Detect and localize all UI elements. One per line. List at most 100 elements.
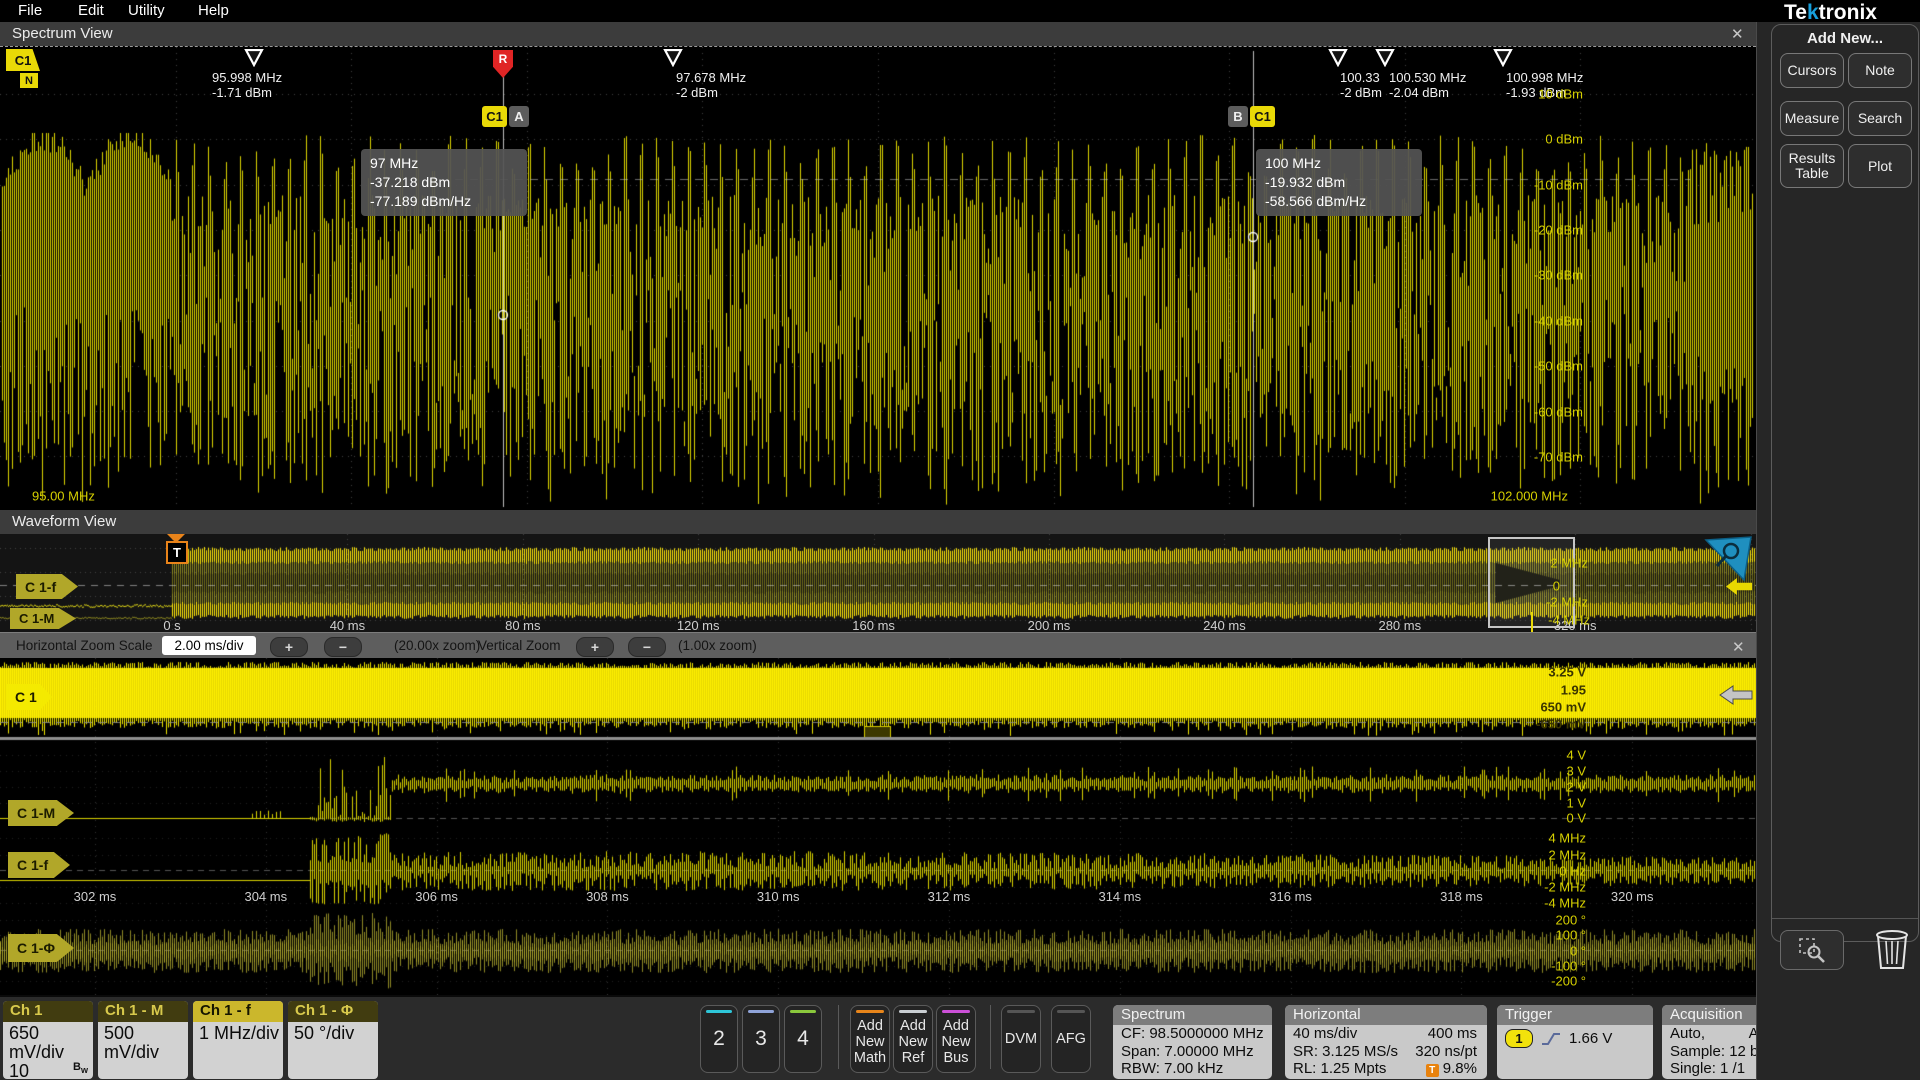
slot-label: AFG [1052, 1031, 1090, 1047]
menu-utility[interactable]: Utility [128, 2, 165, 19]
v-zoom-plus-icon[interactable]: + [576, 637, 614, 657]
slot-label: AddNewMath [851, 1018, 889, 1066]
spectrum-trace-canvas[interactable] [0, 47, 1756, 509]
slot-label: 4 [785, 1027, 821, 1051]
trigger-marker-badge[interactable]: T [166, 541, 188, 564]
zoomed-time-label: 320 ms [1611, 889, 1654, 904]
channel-badge-settings: 50 °/div [288, 1022, 378, 1043]
add-channel-3-button[interactable]: 3 [742, 1005, 780, 1073]
rising-edge-icon [1541, 1031, 1561, 1047]
note-button[interactable]: Note [1848, 53, 1912, 88]
right-sidebar: Add New... CursorsNoteMeasureSearchResul… [1756, 22, 1920, 1080]
menu-edit[interactable]: Edit [78, 2, 104, 19]
c1f-scale-label: 0 Hz [1559, 864, 1586, 879]
zoom-overview-magnifier-icon[interactable] [1704, 536, 1754, 582]
status-bar: Ch 1650 mV/div10 dBm/div1 GHzBwCh 1 - M5… [0, 995, 1920, 1080]
h-zoom-minus-icon[interactable]: − [324, 637, 362, 657]
cursors-button[interactable]: Cursors [1780, 53, 1844, 88]
c1f-scale-label: -2 MHz [1544, 880, 1586, 895]
h-zoom-scale-field[interactable]: 2.00 ms/div [162, 636, 256, 655]
peak-marker-label: 100.33-2 dBm [1340, 70, 1382, 100]
c1m-scale-label: 1 V [1566, 796, 1586, 811]
channel-corner-sub-badge[interactable]: N [20, 73, 38, 88]
horizontal-panel-title: Horizontal [1285, 1005, 1487, 1025]
peak-marker-label: 97.678 MHz-2 dBm [676, 70, 746, 100]
spectrum-panel-title: Spectrum [1113, 1005, 1272, 1025]
waveform-overview[interactable]: T C 1-f C 1-M 0 s40 ms80 ms120 ms160 ms2… [0, 534, 1756, 632]
trigger-settings-panel[interactable]: Trigger 1 1.66 V [1497, 1005, 1653, 1079]
channel-position-arrow-icon[interactable] [1718, 684, 1754, 706]
add-channel-4-button[interactable]: 4 [784, 1005, 822, 1073]
cursor-b-channel-badge[interactable]: C1 [1250, 106, 1275, 127]
peak-marker-icon[interactable] [1493, 49, 1513, 67]
measure-button[interactable]: Measure [1780, 101, 1844, 136]
c1-scale-label: -650 mV [1536, 717, 1586, 732]
logo-k: k [1807, 1, 1819, 24]
cursor-b-density: -58.566 dBm/Hz [1265, 192, 1413, 211]
close-icon[interactable]: ✕ [1731, 25, 1744, 43]
trash-icon[interactable] [1872, 927, 1912, 971]
horizontal-settings-panel[interactable]: Horizontal 40 ms/div 400 ms SR: 3.125 MS… [1285, 1005, 1487, 1079]
zoom-select-button[interactable] [1780, 930, 1844, 970]
search-button[interactable]: Search [1848, 101, 1912, 136]
channel-badge[interactable]: Ch 1650 mV/div10 dBm/div1 GHzBw [3, 1001, 93, 1079]
results-table-button[interactable]: Results Table [1780, 144, 1844, 188]
spectrum-view-title: Spectrum View [12, 25, 113, 42]
add-new-math-button[interactable]: AddNewMath [850, 1005, 890, 1073]
add-channel-2-button[interactable]: 2 [700, 1005, 738, 1073]
logo-te: Te [1784, 1, 1807, 24]
freq-axis-end: 102.000 MHz [1491, 489, 1568, 504]
divider [838, 1005, 839, 1069]
add-new-bus-button[interactable]: AddNewBus [936, 1005, 976, 1073]
spectrum-settings-panel[interactable]: Spectrum CF: 98.5000000 MHz Span: 7.0000… [1113, 1005, 1272, 1079]
cursor-a-badge[interactable]: A [509, 106, 529, 127]
zoomed-time-label: 310 ms [757, 889, 800, 904]
horizontal-trig-pos: 9.8% [1443, 1060, 1477, 1077]
v-zoom-minus-icon[interactable]: − [628, 637, 666, 657]
add-new-ref-button[interactable]: AddNewRef [893, 1005, 933, 1073]
trigger-source-badge: 1 [1505, 1029, 1533, 1048]
zoom-scale-bar: Horizontal Zoom Scale 2.00 ms/div + − (2… [0, 632, 1756, 658]
h-zoom-plus-icon[interactable]: + [270, 637, 308, 657]
waveform-view-header: Waveform View [0, 510, 1756, 535]
overview-time-label: 160 ms [852, 618, 895, 633]
horizontal-sr: SR: 3.125 MS/s [1293, 1043, 1398, 1061]
cursor-b-readout: 100 MHz -19.932 dBm -58.566 dBm/Hz [1256, 149, 1422, 216]
close-icon[interactable]: ✕ [1732, 638, 1745, 656]
channel-badge-name: Ch 1 [3, 1001, 93, 1022]
c1m-scale-label: 0 V [1566, 811, 1586, 826]
slot-label: 2 [701, 1027, 737, 1051]
amplitude-axis-label: -70 dBm [1534, 450, 1583, 465]
cursor-b-badge[interactable]: B [1228, 106, 1248, 127]
add-new-title: Add New... [1772, 30, 1918, 47]
plot-button[interactable]: Plot [1848, 144, 1912, 188]
channel-badge[interactable]: Ch 1 - Φ50 °/div [288, 1001, 378, 1079]
overview-scale-0: 0 [1553, 579, 1560, 594]
afg-button[interactable]: AFG [1051, 1005, 1091, 1073]
cursor-b-amp: -19.932 dBm [1265, 173, 1413, 192]
peak-marker-icon[interactable] [663, 49, 683, 67]
peak-marker-icon[interactable] [1328, 49, 1348, 67]
channel-badge[interactable]: Ch 1 - f1 MHz/div [193, 1001, 283, 1079]
channel-badge-name: Ch 1 - f [193, 1001, 283, 1022]
menu-file[interactable]: File [18, 2, 42, 19]
channel-badge[interactable]: Ch 1 - M500 mV/div [98, 1001, 188, 1079]
menu-help[interactable]: Help [198, 2, 229, 19]
zoomed-waveform-view[interactable]: C 1 C 1-M C 1-f C 1-Φ 3.25 V1.95650 mV-6… [0, 658, 1756, 995]
slot-color-stripe [856, 1010, 884, 1013]
c1m-scale-label: 4 V [1566, 748, 1586, 763]
cursor-a-channel-badge[interactable]: C1 [482, 106, 507, 127]
peak-marker-icon[interactable] [1375, 49, 1395, 67]
amplitude-axis-label: -40 dBm [1534, 314, 1583, 329]
zoomed-trace-canvas[interactable] [0, 658, 1756, 995]
slot-color-stripe [1057, 1010, 1085, 1013]
slot-color-stripe [1007, 1010, 1035, 1013]
channel-badge-name: Ch 1 - M [98, 1001, 188, 1022]
add-new-panel: Add New... CursorsNoteMeasureSearchResul… [1771, 24, 1919, 942]
dvm-button[interactable]: DVM [1001, 1005, 1041, 1073]
spectrum-plot[interactable]: C1 N R 95.998 MHz-1.71 dBm97.678 MHz-2 d… [0, 46, 1756, 510]
peak-marker-icon[interactable] [244, 49, 264, 67]
slot-color-stripe [748, 1010, 774, 1013]
trigger-level: 1.66 V [1569, 1030, 1612, 1048]
zoomed-time-label: 318 ms [1440, 889, 1483, 904]
